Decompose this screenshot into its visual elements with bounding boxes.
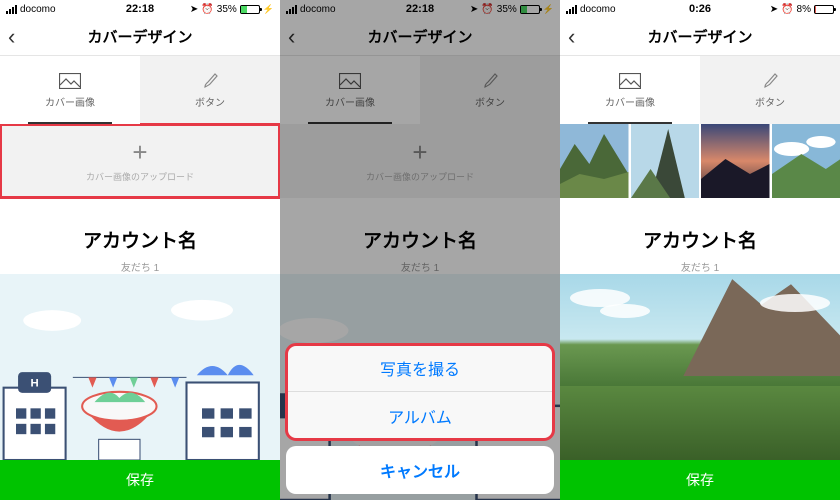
page-title: カバーデザイン [647,26,752,47]
upload-caption: カバー画像のアップロード [86,170,194,183]
brush-icon [199,72,221,90]
friends-count: 友だち 1 [0,259,280,274]
sheet-cancel[interactable]: キャンセル [286,446,554,494]
plus-icon: + [132,139,147,165]
back-button[interactable]: ‹ [8,24,15,50]
thumb-1[interactable] [560,124,629,198]
account-name: アカウント名 [560,226,840,253]
tab-label: ボタン [755,94,785,109]
page-title: カバーデザイン [87,26,192,47]
header: ‹ カバーデザイン [560,18,840,56]
sheet-album[interactable]: アルバム [286,392,554,440]
back-button[interactable]: ‹ [568,24,575,50]
battery-icon [240,5,260,14]
thumbnail-strip[interactable] [560,124,840,198]
image-icon [619,72,641,90]
tab-cover-image[interactable]: カバー画像 [560,56,700,124]
tab-bar: カバー画像 ボタン [0,56,280,124]
save-label: 保存 [126,470,154,490]
upload-cover-area[interactable]: + カバー画像のアップロード [0,124,280,198]
sheet-options: 写真を撮る アルバム [286,344,554,440]
tab-button[interactable]: ボタン [140,56,280,124]
svg-text:H: H [30,378,38,390]
save-label: 保存 [686,470,714,490]
screen-1: docomo 22:18 ➤ ⏰ 35% ⚡ ‹ カバーデザイン カバー画像 ボ… [0,0,280,500]
save-button[interactable]: 保存 [0,460,280,500]
friends-count: 友だち 1 [560,259,840,274]
screen-3: docomo 0:26 ➤ ⏰ 8% ‹ カバーデザイン カバー画像 ボタン [560,0,840,500]
sheet-take-photo[interactable]: 写真を撮る [286,344,554,392]
tab-label: カバー画像 [605,94,655,109]
account-section: アカウント名 友だち 1 [0,198,280,274]
tab-bar: カバー画像 ボタン [560,56,840,124]
header: ‹ カバーデザイン [0,18,280,56]
thumb-4[interactable] [772,124,840,198]
screen-2: docomo 22:18 ➤ ⏰ 35% ⚡ ‹ カバーデザイン カバー画像 ボ… [280,0,560,500]
status-time: 0:26 [560,3,840,15]
thumb-3[interactable] [701,124,770,198]
account-section: アカウント名 友だち 1 [560,198,840,274]
image-icon [59,72,81,90]
tab-label: ボタン [195,94,225,109]
battery-icon [814,5,834,14]
tab-label: カバー画像 [45,94,95,109]
status-time: 22:18 [0,3,280,15]
action-sheet: 写真を撮る アルバム キャンセル [280,344,560,500]
tab-button[interactable]: ボタン [700,56,840,124]
save-button[interactable]: 保存 [560,460,840,500]
cover-illustration: H [0,274,280,460]
cover-photo [560,274,840,460]
status-bar: docomo 22:18 ➤ ⏰ 35% ⚡ [0,0,280,18]
tab-cover-image[interactable]: カバー画像 [0,56,140,124]
status-bar: docomo 0:26 ➤ ⏰ 8% [560,0,840,18]
brush-icon [759,72,781,90]
account-name: アカウント名 [0,226,280,253]
thumb-2[interactable] [631,124,700,198]
